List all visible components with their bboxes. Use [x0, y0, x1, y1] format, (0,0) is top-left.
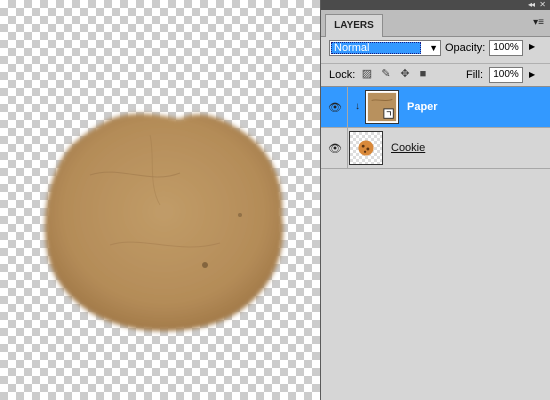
blend-opacity-row: Normal ▼ Opacity: 100% ▶: [321, 38, 550, 60]
lock-fill-row: Lock: ▨ ✎ ✥ ■ Fill: 100% ▶: [321, 63, 550, 86]
lock-image-pixels-icon[interactable]: ✎: [380, 68, 392, 80]
visibility-toggle[interactable]: 👁: [321, 87, 348, 127]
fill-label: Fill:: [466, 69, 484, 81]
fill-dropdown-icon[interactable]: ▶: [529, 70, 535, 79]
clipping-mask-arrow-icon: ↓: [355, 101, 360, 112]
visibility-toggle[interactable]: 👁: [321, 128, 348, 168]
eye-icon[interactable]: 👁: [328, 101, 342, 114]
lock-label: Lock:: [329, 69, 356, 81]
panel-menu-icon[interactable]: ▾≡: [533, 17, 544, 28]
layer-name-cookie[interactable]: Cookie: [391, 142, 425, 154]
opacity-label: Opacity:: [445, 42, 486, 54]
blend-mode-value: Normal: [331, 42, 421, 54]
tab-layers[interactable]: LAYERS: [325, 14, 383, 37]
layer-name-paper[interactable]: Paper: [407, 101, 438, 113]
paper-artwork: [44, 113, 284, 332]
double-chevron-right-icon[interactable]: ◂◂: [528, 0, 535, 10]
layer-thumbnail-cookie: [349, 131, 383, 165]
chevron-down-icon[interactable]: ▼: [429, 42, 438, 55]
lock-transparent-pixels-icon[interactable]: ▨: [361, 68, 373, 80]
layers-panel: ◂◂ ✕ LAYERS ▾≡ Normal ▼ Opacity: 100% ▶ …: [320, 0, 550, 400]
fill-input[interactable]: 100%: [489, 67, 523, 83]
layer-thumbnail-paper: [365, 90, 399, 124]
opacity-input[interactable]: 100%: [489, 40, 523, 56]
opacity-dropdown-icon[interactable]: ▶: [529, 42, 535, 51]
layer-row-cookie[interactable]: 👁 Cookie: [321, 128, 550, 169]
panel-title-bar: ◂◂ ✕: [321, 0, 550, 10]
layers-list: 👁 ↓ Paper 👁 Cookie: [321, 86, 550, 400]
close-icon[interactable]: ✕: [539, 0, 546, 10]
panel-tab-row: LAYERS ▾≡: [321, 10, 550, 37]
lock-position-icon[interactable]: ✥: [399, 68, 411, 80]
eye-icon[interactable]: 👁: [328, 142, 342, 155]
lock-all-icon[interactable]: ■: [417, 68, 429, 80]
blend-mode-select[interactable]: Normal ▼: [329, 40, 441, 56]
layer-row-paper[interactable]: 👁 ↓ Paper: [321, 87, 550, 128]
